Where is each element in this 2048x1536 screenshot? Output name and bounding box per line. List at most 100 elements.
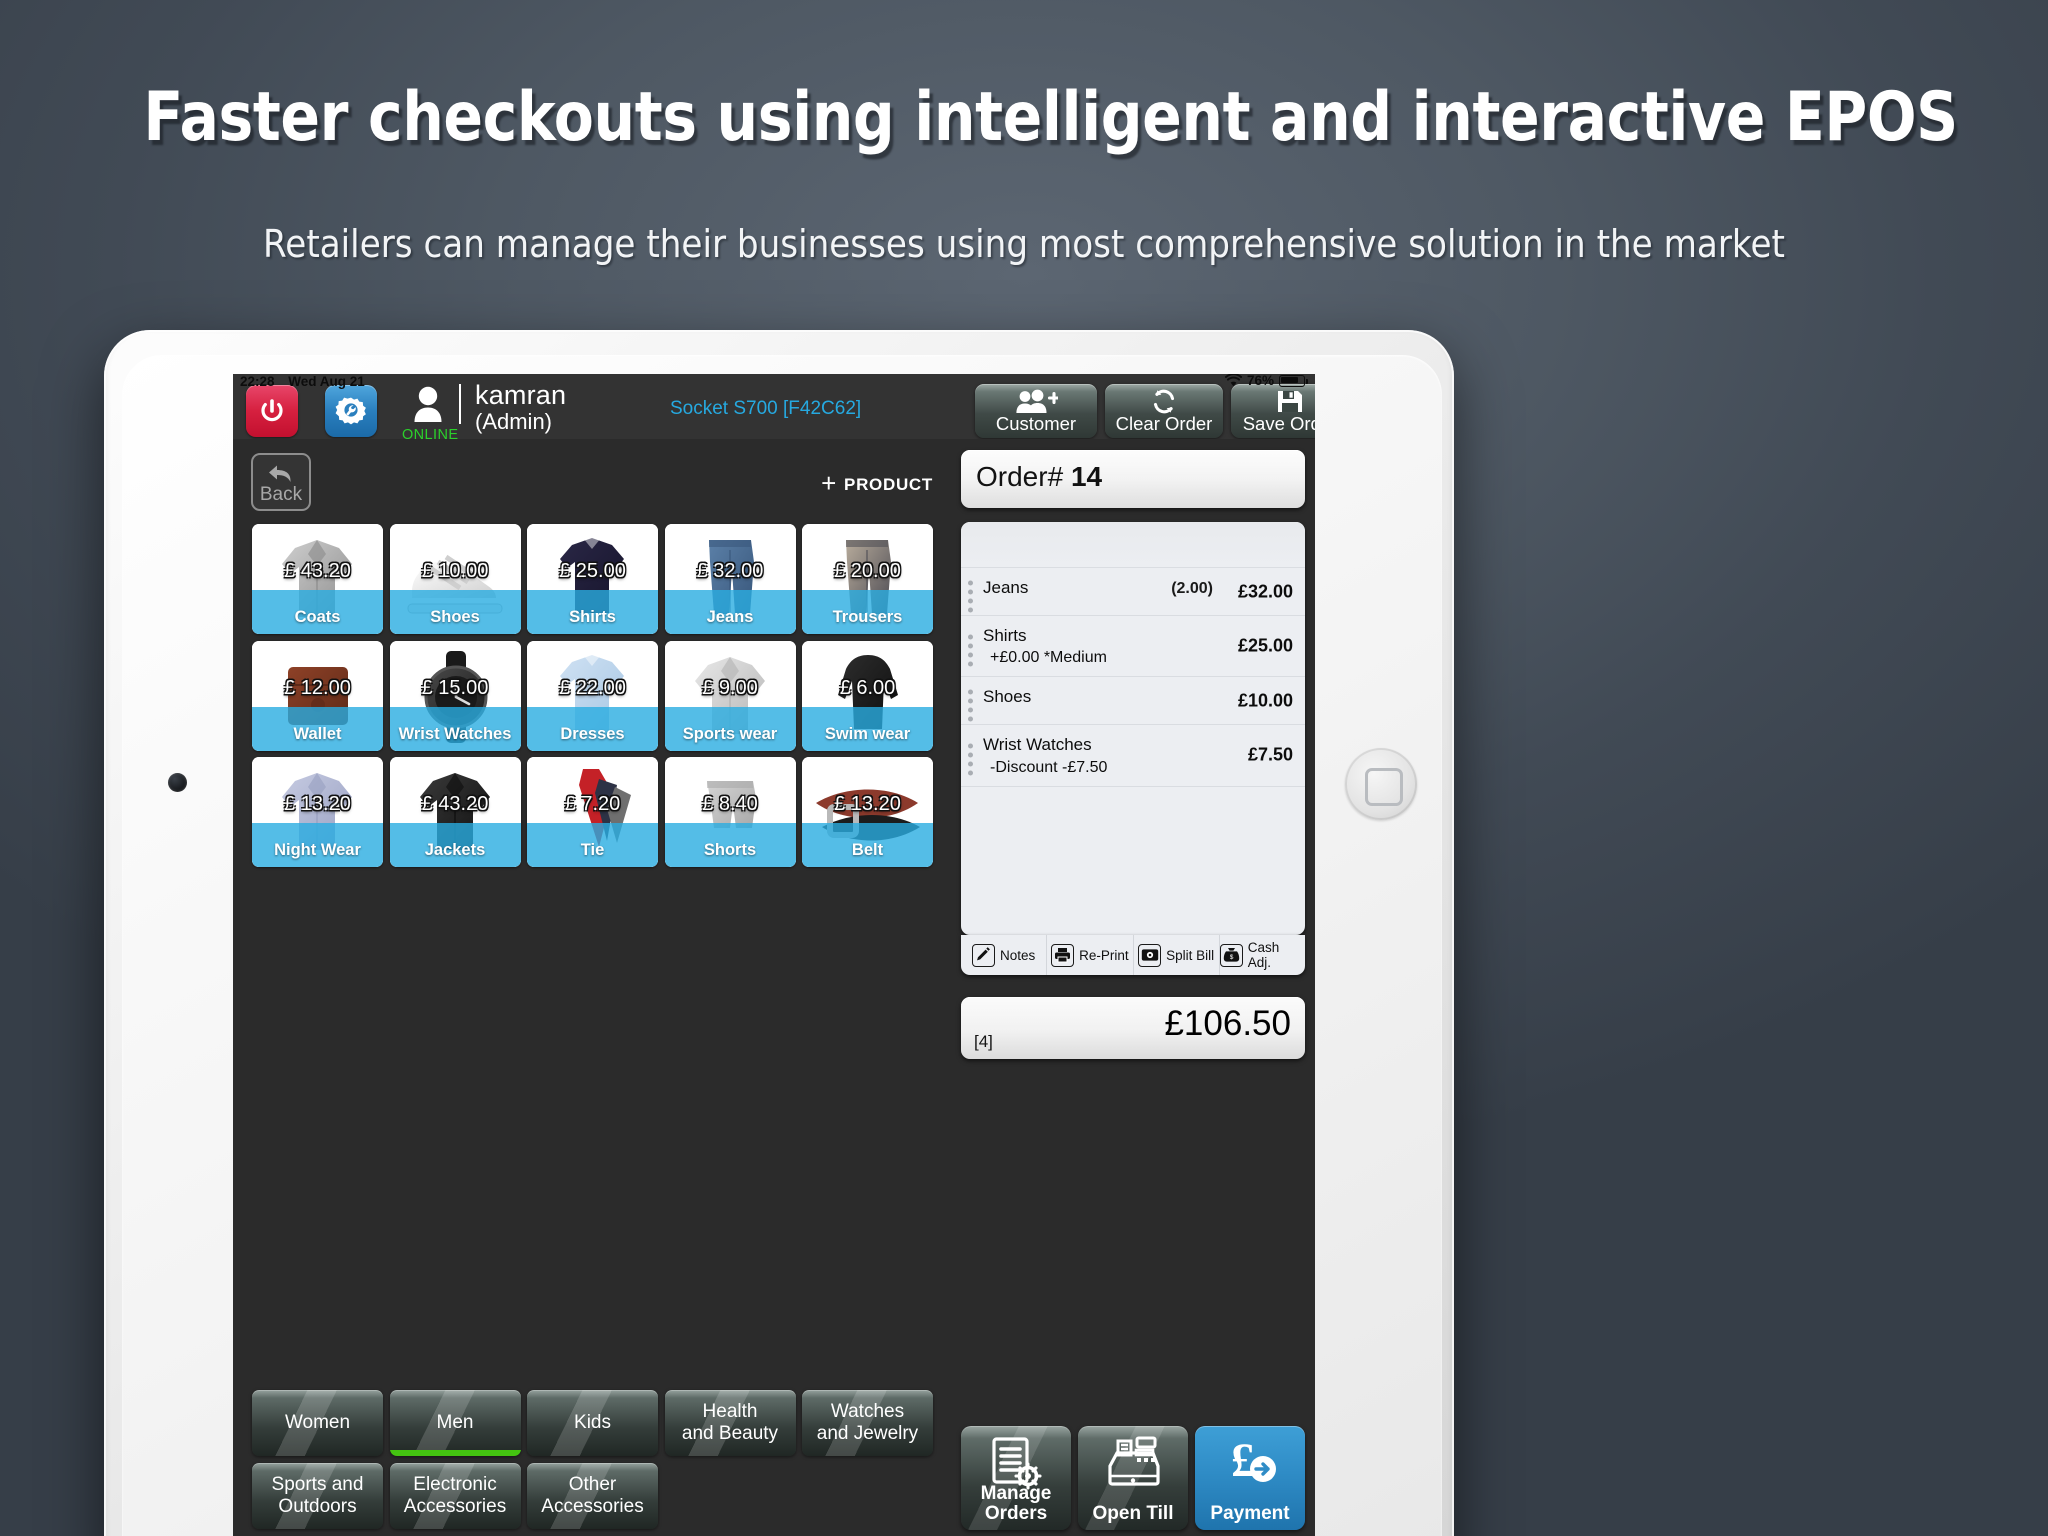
product-price: £ 20.00	[834, 560, 901, 582]
order-line-item[interactable]: Shirts +£0.00 *Medium £25.00	[961, 616, 1305, 678]
product-price: £ 25.00	[559, 560, 626, 582]
user-role: (Admin)	[475, 409, 553, 434]
product-name: Swim wear	[824, 724, 911, 743]
product-tile[interactable]: £ 10.00 Shoes	[389, 524, 521, 634]
category-button-kids[interactable]: Kids	[527, 1390, 658, 1456]
product-tile[interactable]: £ 43.20 Jackets	[389, 757, 521, 867]
drag-handle-icon[interactable]	[968, 743, 973, 776]
home-button[interactable]	[1345, 748, 1417, 820]
product-tile[interactable]: £ 32.00 Jeans	[664, 524, 796, 634]
category-button-women[interactable]: Women	[252, 1390, 383, 1456]
product-name: Trousers	[832, 608, 903, 626]
svg-text:$: $	[1229, 954, 1233, 961]
user-divider	[459, 384, 461, 424]
order-line-item[interactable]: Wrist Watches -Discount -£7.50 £7.50	[961, 725, 1305, 787]
clear-order-button[interactable]: Clear Order	[1105, 384, 1223, 438]
save-order-button-label: Save Order	[1242, 413, 1315, 434]
bottom-action-label: Payment	[1210, 1503, 1290, 1525]
order-total-bar[interactable]: [4] £106.50	[961, 997, 1305, 1059]
order-tool-label: Re-Print	[1079, 947, 1129, 963]
product-name: Wrist Watches	[398, 724, 512, 743]
product-name: Shirts	[569, 608, 616, 626]
drag-handle-icon[interactable]	[968, 580, 973, 612]
order-line-price: £7.50	[1247, 744, 1293, 765]
product-grid: £ 43.20 Coats £ 10.00 Shoes £ 25.00 Shirts	[252, 524, 934, 874]
order-tool-label: Notes	[999, 947, 1036, 963]
back-button[interactable]: Back	[251, 453, 311, 511]
product-price: £ 7.20	[564, 793, 621, 815]
product-tile[interactable]: £ 6.00 Swim wear	[802, 640, 933, 751]
order-line-list[interactable]: Jeans (2.00) £32.00 Shirts +£0.00 *Medium £25…	[961, 522, 1305, 935]
drag-handle-icon[interactable]	[968, 634, 973, 667]
product-price: £ 12.00	[284, 676, 351, 699]
product-tile[interactable]: £ 22.00 Dresses	[527, 640, 658, 751]
connected-device-label[interactable]: Socket S700 [F42C62]	[670, 398, 861, 420]
product-tile[interactable]: £ 9.00 Sports wear	[664, 640, 796, 751]
order-line-item[interactable]: Jeans (2.00) £32.00	[961, 568, 1305, 616]
product-row: £ 43.20 Coats £ 10.00 Shoes £ 25.00 Shirts	[252, 524, 934, 634]
product-name: Shoes	[430, 608, 480, 626]
product-name: Sports wear	[682, 724, 778, 743]
re-print-button[interactable]: Re-Print	[1047, 935, 1134, 975]
drag-handle-icon[interactable]	[968, 689, 973, 722]
product-tile[interactable]: £ 25.00 Shirts	[527, 524, 658, 634]
product-tile[interactable]: £ 20.00 Trousers	[802, 524, 933, 634]
banknote-icon	[1138, 943, 1162, 967]
order-tool-label: Split Bill	[1166, 947, 1215, 963]
order-line-item[interactable]: Shoes £10.00	[961, 677, 1305, 726]
category-button-label: Electronic Accessories	[403, 1473, 507, 1517]
add-product-button[interactable]: + PRODUCT	[821, 468, 933, 498]
customer-button[interactable]: Customer	[975, 384, 1097, 438]
product-price: £ 10.00	[421, 560, 489, 582]
pencil-icon	[971, 943, 995, 967]
order-line-detail: -Discount -£7.50	[990, 758, 1108, 776]
order-label: Order#	[976, 461, 1064, 492]
category-button-electronic-accessories[interactable]: Electronic Accessories	[390, 1463, 521, 1529]
payment-button[interactable]: £ Payment	[1195, 1426, 1305, 1530]
category-button-men[interactable]: Men	[389, 1390, 521, 1456]
cash-bag-icon: $	[1219, 943, 1243, 967]
notes-button[interactable]: Notes	[961, 935, 1048, 975]
category-button-label: Sports and Outdoors	[271, 1473, 364, 1517]
product-name: Belt	[851, 841, 884, 859]
front-camera-icon	[168, 773, 187, 792]
category-button-other-accessories[interactable]: Other Accessories	[527, 1463, 658, 1529]
open-till-button[interactable]: Open Till	[1078, 1426, 1188, 1530]
clear-order-button-label: Clear Order	[1115, 413, 1213, 434]
product-name: Wallet	[293, 724, 342, 743]
order-line-price: £10.00	[1237, 690, 1293, 711]
category-button-sports-and-outdoors[interactable]: Sports and Outdoors	[252, 1463, 383, 1529]
marketing-headline: Faster checkouts using intelligent and i…	[143, 78, 1958, 157]
product-price: £ 32.00	[696, 560, 764, 582]
product-price: £ 15.00	[421, 676, 489, 699]
product-tile[interactable]: £ 12.00 Wallet	[252, 640, 383, 751]
order-number-field[interactable]: Order# 14	[961, 450, 1305, 508]
category-button-label: Watches and Jewelry	[816, 1400, 919, 1444]
category-button-health-and-beauty[interactable]: Health and Beauty	[665, 1390, 796, 1456]
product-price: £ 8.40	[702, 793, 758, 815]
product-name: Jackets	[424, 841, 486, 859]
split-bill-button[interactable]: Split Bill	[1134, 935, 1220, 975]
plus-icon: +	[821, 468, 838, 498]
product-tile[interactable]: £ 13.20 Night Wear	[252, 757, 383, 867]
cash-adj-button[interactable]: $ Cash Adj.	[1219, 935, 1305, 975]
category-button-label: Other Accessories	[541, 1473, 644, 1517]
product-row: £ 13.20 Night Wear £ 43.20 Jackets £ 7.20 T…	[252, 757, 934, 867]
user-name: kamran	[475, 380, 567, 410]
category-button-label: Men	[436, 1411, 474, 1433]
product-tile[interactable]: £ 8.40 Shorts	[664, 757, 796, 867]
product-tile[interactable]: £ 13.20 Belt	[802, 757, 933, 867]
category-button-watches-and-jewelry[interactable]: Watches and Jewelry	[802, 1390, 933, 1456]
save-order-button[interactable]: Save Order	[1231, 384, 1315, 438]
user-info[interactable]: kamran (Admin) ONLINE	[402, 379, 693, 443]
power-button[interactable]	[246, 385, 298, 437]
manage-orders-button[interactable]: Manage Orders	[961, 1426, 1071, 1530]
order-list-header	[961, 522, 1305, 568]
product-tile[interactable]: £ 7.20 Tie	[527, 757, 658, 867]
product-tile[interactable]: £ 43.20 Coats	[252, 524, 383, 634]
back-button-label: Back	[259, 484, 303, 505]
product-price: £ 22.00	[559, 676, 626, 699]
settings-button[interactable]	[325, 385, 377, 437]
product-tile[interactable]: £ 15.00 Wrist Watches	[389, 640, 521, 751]
category-button-label: Kids	[574, 1411, 611, 1433]
